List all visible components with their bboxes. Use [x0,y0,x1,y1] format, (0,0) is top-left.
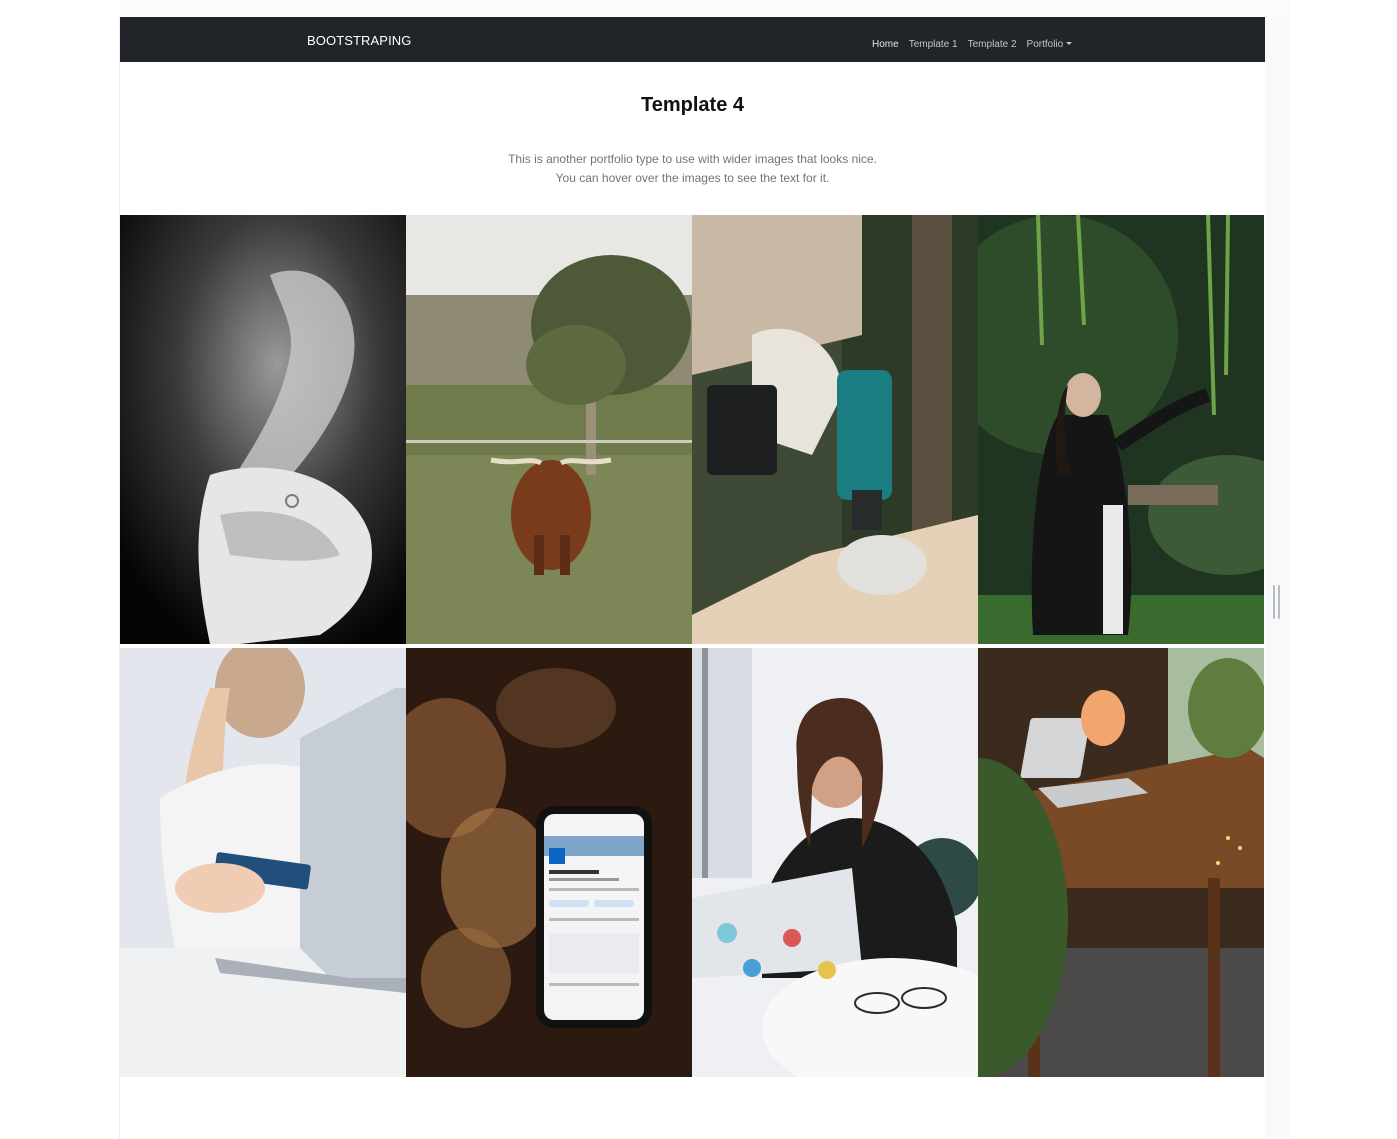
portfolio-image-power-drill[interactable] [692,215,978,644]
page-description: This is another portfolio type to use wi… [120,150,1265,188]
credit-card-laptop-photo [120,648,406,1077]
nav-link-home[interactable]: Home [872,39,899,50]
woman-in-park-photo [978,215,1264,644]
chevron-down-icon [1066,42,1073,45]
nav-dropdown-portfolio-label: Portfolio [1026,39,1064,50]
navbar-brand[interactable]: BOOTSTRAPING [307,33,412,48]
linkedin-phone-photo [406,648,692,1077]
portfolio-image-desk-with-laptop[interactable] [978,648,1264,1077]
description-line-1: This is another portfolio type to use wi… [508,152,877,166]
desk-with-laptop-photo [978,648,1264,1077]
page-frame: BOOTSTRAPING Home Template 1 Template 2 … [120,17,1265,1139]
description-line-2: You can hover over the images to see the… [555,171,830,185]
hands-photo [120,215,406,644]
portfolio-image-hands[interactable] [120,215,406,644]
top-edge [120,0,1290,17]
nav-dropdown-portfolio[interactable]: Portfolio [1027,39,1073,50]
portfolio-image-highland-cow[interactable] [406,215,692,644]
portfolio-image-woman-in-park[interactable] [978,215,1264,644]
power-drill-photo [692,215,978,644]
scroll-handle-bar-left [1273,585,1275,619]
nav-link-template-2[interactable]: Template 2 [968,39,1017,50]
nav-links: Home Template 1 Template 2 Portfolio [872,39,1073,50]
nav-link-template-1[interactable]: Template 1 [909,39,958,50]
woman-at-laptop-photo [692,648,978,1077]
scroll-handle-bar-right [1278,585,1280,619]
highland-cow-photo [406,215,692,644]
scroll-handle[interactable] [1273,585,1281,619]
portfolio-image-woman-at-laptop[interactable] [692,648,978,1077]
portfolio-image-credit-card[interactable] [120,648,406,1077]
right-gutter [1265,17,1289,1139]
navbar: BOOTSTRAPING Home Template 1 Template 2 … [120,17,1265,62]
page-title: Template 4 [641,94,744,116]
portfolio-image-linkedin-phone[interactable] [406,648,692,1077]
